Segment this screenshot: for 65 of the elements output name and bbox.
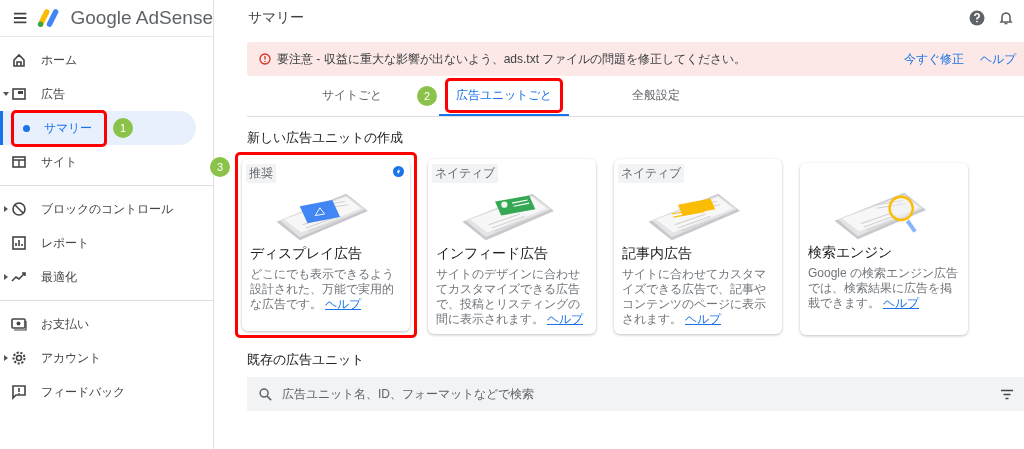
- card-title: ディスプレイ広告: [250, 245, 363, 263]
- bullet-icon: [23, 124, 30, 132]
- help-link[interactable]: ヘルプ: [685, 312, 721, 326]
- card-description: サイトのデザインに合わせてカスタマイズできる広告で、投稿とリスティングの間に表示されます。 ヘルプ: [436, 267, 585, 328]
- block-icon: [11, 201, 27, 217]
- help-link[interactable]: ヘルプ: [547, 312, 583, 326]
- filter-icon[interactable]: [1000, 388, 1014, 400]
- caret-icon[interactable]: [2, 92, 9, 96]
- nav-item-label[interactable]: ホーム: [41, 51, 77, 69]
- card-description: Google の検索エンジン広告では、検索結果に広告を掲載できます。 ヘルプ: [808, 266, 960, 312]
- notification-bell-icon[interactable]: [998, 10, 1014, 26]
- ad-type-card[interactable]: ネイティブ インフィード広告 サイトのデザインに合わせてカスタマイズできる広告で、投稿とリスティングの間に表示されます。 ヘルプ: [428, 159, 596, 334]
- step-number: 1: [113, 118, 133, 138]
- card-description: サイトに合わせてカスタマイズできる広告で、記事やコンテンツのページに表示されます。 ヘルプ: [622, 267, 767, 328]
- step-number: 3: [210, 157, 230, 177]
- chart-icon: [11, 235, 27, 251]
- app-logo-text: Google AdSense: [70, 7, 213, 29]
- banner-action-link[interactable]: ヘルプ: [980, 50, 1016, 68]
- ad-type-card[interactable]: 推奨 ディスプレイ広告 どこにでも表示できるよう設計された、万能で実用的な広告です。 ヘルプ: [242, 159, 410, 331]
- nav-item-label[interactable]: サイト: [41, 153, 77, 171]
- warning-message: 要注意 - 収益に重大な影響が出ないよう、ads.txt ファイルの問題を修正してください。: [277, 50, 748, 68]
- nav-item-label[interactable]: ブロックのコントロール: [41, 200, 173, 218]
- nav-item-label[interactable]: お支払い: [41, 315, 89, 333]
- layout-icon: [11, 154, 27, 170]
- page-title: サマリー: [248, 9, 305, 27]
- tab[interactable]: 全般設定: [591, 76, 721, 116]
- logo-icon: [37, 7, 61, 29]
- search-icon: [259, 387, 272, 401]
- help-link[interactable]: ヘルプ: [325, 297, 361, 311]
- search-bar[interactable]: 広告ユニット名、ID、フォーマットなどで検索: [247, 377, 1024, 411]
- section-heading: 既存の広告ユニット: [247, 351, 365, 369]
- menu-icon[interactable]: [13, 11, 28, 25]
- caret-icon[interactable]: [3, 274, 8, 280]
- warning-icon: [259, 53, 271, 65]
- nav-item-label[interactable]: 広告: [41, 85, 65, 103]
- ad-frame-icon: [11, 86, 27, 102]
- nav-item-label[interactable]: 最適化: [41, 268, 77, 286]
- search-field[interactable]: 広告ユニット名、ID、フォーマットなどで検索: [280, 386, 992, 402]
- section-heading: 新しい広告ユニットの作成: [247, 129, 404, 147]
- caret-icon[interactable]: [3, 355, 8, 361]
- card-title: 記事内広告: [622, 245, 693, 263]
- banner-action-link[interactable]: 今すぐ修正: [904, 50, 964, 68]
- settings-icon: [11, 350, 27, 366]
- card-tag: 推奨: [246, 164, 276, 183]
- card-tag: ネイティブ: [618, 164, 684, 183]
- help-link[interactable]: ヘルプ: [883, 296, 919, 310]
- nav-item-label[interactable]: レポート: [41, 234, 89, 252]
- money-icon: [11, 316, 27, 332]
- step-number: 2: [417, 86, 437, 106]
- home-icon: [11, 52, 27, 68]
- feedback-icon: [11, 384, 27, 400]
- help-icon[interactable]: [969, 10, 985, 26]
- tab[interactable]: サイトごと: [287, 76, 417, 116]
- tab[interactable]: 広告ユニットごと: [439, 76, 569, 116]
- card-title: 検索エンジン: [808, 244, 893, 262]
- card-tag: ネイティブ: [432, 164, 498, 183]
- nav-item-label[interactable]: アカウント: [41, 349, 101, 367]
- ad-type-card[interactable]: ネイティブ 記事内広告 サイトに合わせてカスタマイズできる広告で、記事やコンテンツのページに表示されます。 ヘルプ: [614, 159, 782, 334]
- ad-type-card[interactable]: 検索エンジン Google の検索エンジン広告では、検索結果に広告を掲載できます。 ヘルプ: [800, 163, 968, 335]
- card-description: どこにでも表示できるよう設計された、万能で実用的な広告です。 ヘルプ: [250, 267, 395, 313]
- caret-icon[interactable]: [3, 206, 8, 212]
- selected-nav-item[interactable]: サマリー 1: [0, 111, 196, 145]
- nav-item-label[interactable]: フィードバック: [41, 383, 125, 401]
- nav-item-label[interactable]: サマリー: [14, 112, 104, 144]
- card-title: インフィード広告: [436, 245, 549, 263]
